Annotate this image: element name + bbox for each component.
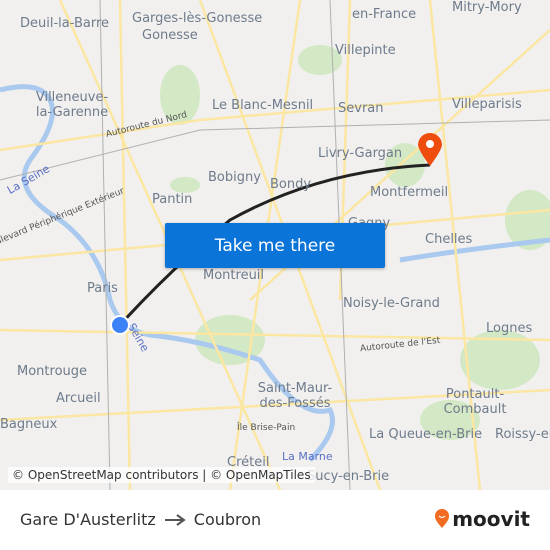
map-label: en-France — [352, 7, 417, 22]
map-label: Villepinte — [335, 43, 396, 58]
map-label: Sevran — [338, 101, 384, 116]
map-label: Bondy — [270, 177, 312, 192]
map-label: Paris — [87, 281, 118, 296]
map-label: Bobigny — [208, 170, 261, 185]
moovit-logo: moovit — [434, 507, 530, 531]
map-label: Île Brise-Pain — [237, 423, 296, 433]
take-me-there-button[interactable]: Take me there — [165, 223, 385, 268]
origin-name: Gare D'Austerlitz — [20, 510, 156, 529]
map-label: Arcueil — [56, 391, 101, 406]
footer: Gare D'Austerlitz Coubron moovit — [0, 490, 550, 550]
map-label: Livry-Gargan — [318, 146, 403, 161]
map-label: Bagneux — [0, 417, 58, 432]
map-label: Montreuil — [203, 268, 265, 283]
map-label: Villeneuve-la-Garenne — [35, 90, 109, 120]
map-label: Mitry-Mory — [452, 0, 522, 15]
map-label: Lognes — [486, 321, 533, 336]
map-label: La Queue-en-Brie — [369, 427, 483, 442]
map-label: Gonesse — [142, 28, 198, 43]
map-label: La Marne — [282, 450, 333, 463]
map-label: Sucy-en-Brie — [307, 469, 390, 484]
map-label: Pantin — [152, 192, 193, 207]
map-label: Chelles — [425, 232, 473, 247]
map-label: Le Blanc-Mesnil — [212, 98, 314, 113]
route-title: Gare D'Austerlitz Coubron — [20, 510, 261, 529]
map-label: Deuil-la-Barre — [20, 16, 110, 31]
map-label: Pontault-Combault — [443, 387, 507, 417]
map-label: Saint-Maur-des-Fossés — [257, 381, 333, 411]
arrow-right-icon — [164, 513, 186, 526]
moovit-pin-icon — [435, 509, 450, 528]
map-label: Villeparisis — [452, 97, 522, 112]
map-label: Garges-lès-Gonesse — [132, 11, 263, 26]
map-label: Montfermeil — [370, 185, 449, 200]
map-label: Roissy-en — [495, 427, 550, 442]
destination-name: Coubron — [193, 510, 262, 529]
map-attribution[interactable]: © OpenStreetMap contributors | © OpenMap… — [8, 467, 315, 483]
map-label: Montrouge — [17, 364, 88, 379]
map-label: Noisy-le-Grand — [343, 296, 440, 311]
map[interactable]: Deuil-la-Barre Garges-lès-Gonesse Goness… — [0, 0, 550, 490]
